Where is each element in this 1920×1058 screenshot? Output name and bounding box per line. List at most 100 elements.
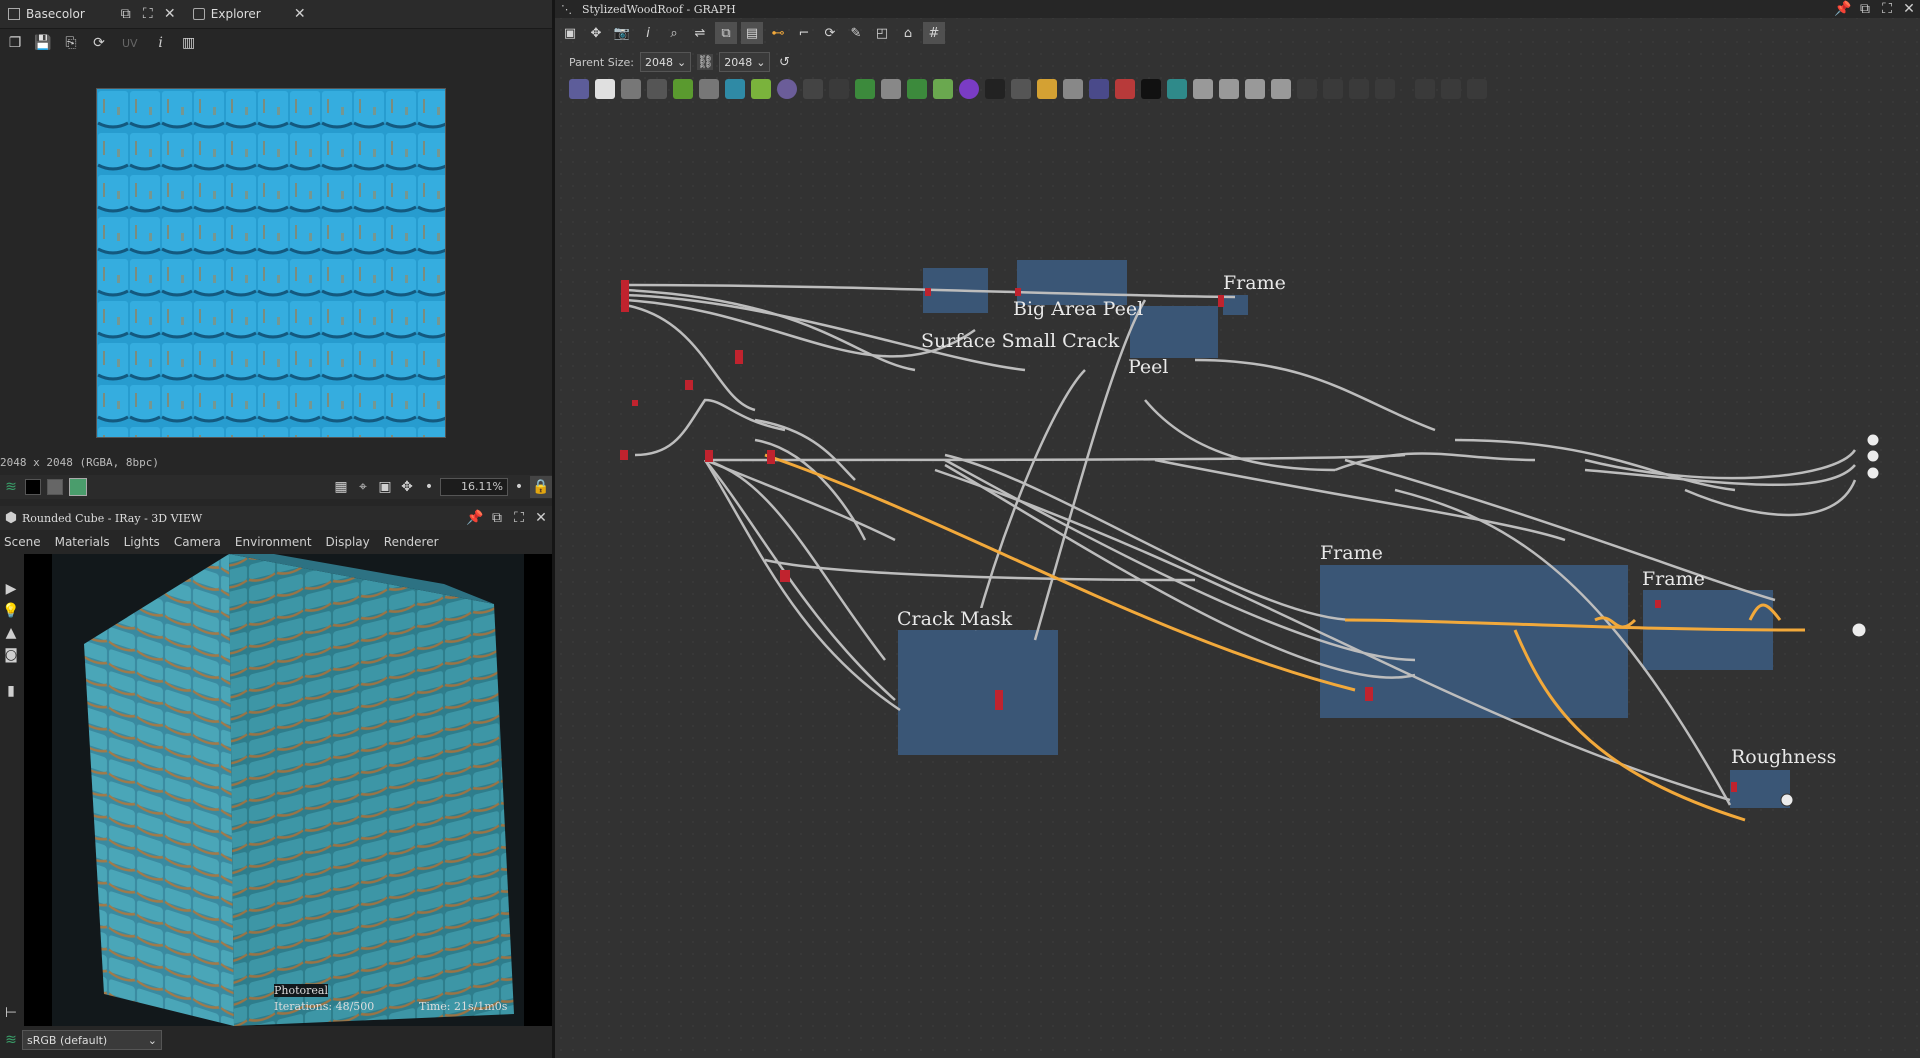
levels-icon[interactable]	[829, 79, 849, 99]
grid-snap-icon[interactable]: #	[923, 22, 945, 44]
black-swatch[interactable]	[25, 479, 41, 495]
menu-display[interactable]: Display	[322, 535, 380, 549]
grid-icon[interactable]: ▦	[330, 476, 352, 498]
snapshot-icon[interactable]: 📷	[611, 22, 633, 44]
bake-icon[interactable]: ◰	[871, 22, 893, 44]
menu-environment[interactable]: Environment	[231, 535, 322, 549]
shape-icon[interactable]	[777, 79, 797, 99]
info-graph-icon[interactable]: i	[637, 22, 659, 44]
fit-icon[interactable]: ▣	[374, 476, 396, 498]
maximize-3d-icon[interactable]: ⛶	[508, 507, 530, 529]
noise-icon[interactable]	[985, 79, 1005, 99]
frame-toggle-icon[interactable]	[1349, 79, 1369, 99]
float-graph-icon[interactable]: ⧉	[1854, 0, 1876, 20]
pin-dot-icon[interactable]	[1323, 79, 1343, 99]
zoom-input[interactable]: 16.11%	[440, 478, 508, 496]
screenshot-icon[interactable]: ◙	[0, 644, 22, 666]
nav-pin-icon[interactable]	[1375, 79, 1395, 99]
move-icon[interactable]: ✥	[396, 476, 418, 498]
blend-icon[interactable]	[881, 79, 901, 99]
shuffle-icon[interactable]	[647, 79, 667, 99]
color-swatch[interactable]	[69, 478, 87, 496]
size-height-select[interactable]: 2048 ⌄	[719, 52, 771, 72]
tab-explorer[interactable]: Explorer	[185, 0, 269, 28]
float-icon[interactable]: ⧉	[115, 3, 137, 25]
align-h-icon[interactable]	[1415, 79, 1435, 99]
menu-renderer[interactable]: Renderer	[380, 535, 449, 549]
menu-materials[interactable]: Materials	[51, 535, 120, 549]
frame-node-icon[interactable]	[1089, 79, 1109, 99]
link-size-icon[interactable]: ⛓	[697, 54, 713, 70]
menu-lights[interactable]: Lights	[120, 535, 170, 549]
save-icon[interactable]: 💾	[32, 32, 54, 54]
curve-icon[interactable]	[673, 79, 693, 99]
reset-size-icon[interactable]: ↺	[776, 54, 792, 70]
fill-icon[interactable]	[699, 79, 719, 99]
size-width-select[interactable]: 2048 ⌄	[640, 52, 692, 72]
export-icon[interactable]: ⎘	[60, 32, 82, 54]
histogram-icon[interactable]: ▥	[178, 32, 200, 54]
normal-icon[interactable]	[907, 79, 927, 99]
colorspace-select[interactable]: sRGB (default) ⌄	[22, 1030, 162, 1050]
pin-node-icon[interactable]: ⌐	[793, 22, 815, 44]
link-icon[interactable]: ⇌	[689, 22, 711, 44]
layers-icon[interactable]: ≋	[0, 476, 22, 498]
warp-icon[interactable]	[855, 79, 875, 99]
close-graph-icon[interactable]: ✕	[1898, 0, 1920, 20]
environment-icon[interactable]: ▲	[0, 622, 22, 644]
close-icon[interactable]: ✕	[159, 3, 181, 25]
float-3d-icon[interactable]: ⧉	[486, 507, 508, 529]
camera-icon[interactable]: ▶	[0, 578, 22, 600]
pin-graph-icon[interactable]: 📌	[1832, 0, 1854, 20]
light-icon[interactable]: 💡	[0, 600, 22, 622]
node-graph-canvas[interactable]	[555, 100, 1920, 1058]
height-icon[interactable]	[933, 79, 953, 99]
warning-icon[interactable]	[1037, 79, 1057, 99]
tile-icon[interactable]	[803, 79, 823, 99]
tab-basecolor[interactable]: Basecolor	[0, 0, 93, 28]
menu-camera[interactable]: Camera	[170, 535, 231, 549]
close-explorer-icon[interactable]: ✕	[289, 3, 311, 25]
search-icon[interactable]: ⌕	[663, 22, 685, 44]
copy-icon[interactable]: ❐	[4, 32, 26, 54]
info-icon[interactable]: i	[150, 32, 172, 54]
connector-icon[interactable]: ⊷	[767, 22, 789, 44]
rotate-icon[interactable]: ⟳	[819, 22, 841, 44]
uniform-color-icon[interactable]	[595, 79, 615, 99]
text-node-icon[interactable]	[1063, 79, 1083, 99]
input-node-icon[interactable]	[1219, 79, 1239, 99]
graph-node-icon[interactable]	[1245, 79, 1265, 99]
texture-preview[interactable]	[96, 88, 446, 438]
output-node-icon[interactable]	[1193, 79, 1213, 99]
layers-3d-icon[interactable]: ≋	[0, 1029, 22, 1051]
maximize-graph-icon[interactable]: ⛶	[1876, 0, 1898, 20]
uv-dropdown[interactable]: UV	[122, 37, 138, 50]
transform-icon[interactable]	[725, 79, 745, 99]
pattern-icon[interactable]	[1167, 79, 1187, 99]
panels-icon[interactable]: ▤	[741, 22, 763, 44]
align-v-icon[interactable]	[1441, 79, 1461, 99]
layout-icon[interactable]: ⧉	[715, 22, 737, 44]
distribute-icon[interactable]	[1467, 79, 1487, 99]
histogram-node-icon[interactable]	[1011, 79, 1031, 99]
stats-icon[interactable]: ▮	[0, 680, 22, 702]
gray-swatch[interactable]	[47, 479, 63, 495]
fit-selection-icon[interactable]: ✥	[585, 22, 607, 44]
frame-all-icon[interactable]: ▣	[559, 22, 581, 44]
close-3d-icon[interactable]: ✕	[530, 507, 552, 529]
comment-icon[interactable]	[1297, 79, 1317, 99]
lock-icon[interactable]: 🔒	[530, 476, 552, 498]
refresh-icon[interactable]: ⟳	[88, 32, 110, 54]
hsl-icon[interactable]	[959, 79, 979, 99]
view3d-viewport[interactable]: Photoreal Iterations: 48/500 Time: 21s/1…	[24, 554, 552, 1026]
maximize-icon[interactable]: ⛶	[137, 3, 159, 25]
gradient-icon[interactable]	[751, 79, 771, 99]
menu-scene[interactable]: Scene	[0, 535, 51, 549]
clean-icon[interactable]: ⌂	[897, 22, 919, 44]
zoom-reset-icon[interactable]: •	[508, 476, 530, 498]
value-icon[interactable]	[1141, 79, 1161, 99]
pin-icon[interactable]: 📌	[464, 507, 486, 529]
graph-view[interactable]: ⋱ StylizedWoodRoof - GRAPH 📌 ⧉ ⛶ ✕ ▣ ✥ 📷…	[555, 0, 1920, 1058]
bitmap-node-icon[interactable]	[569, 79, 589, 99]
pivot-icon[interactable]: ⌖	[352, 476, 374, 498]
